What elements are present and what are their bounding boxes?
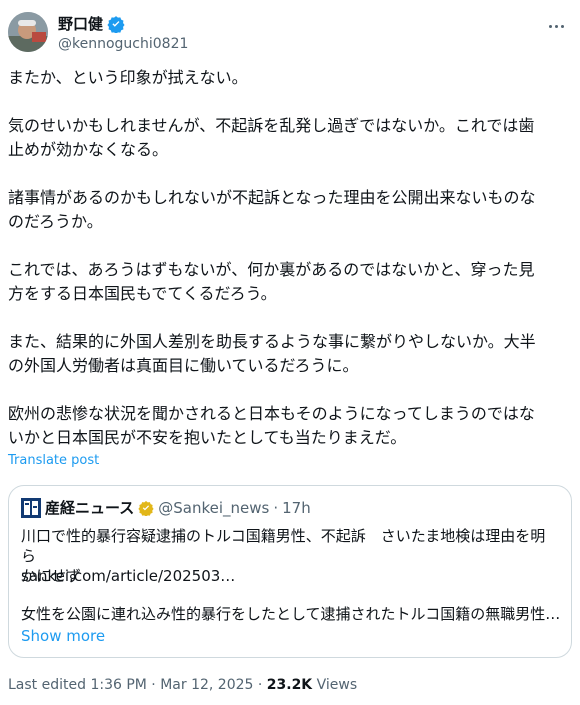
author-handle[interactable]: @kennoguchi0821 [58,35,188,53]
post-footer: Last edited 1:36 PM · Mar 12, 2025 · 23.… [8,675,357,695]
post-paragraph: また、結果的に外国人差別を助長するような事に繋がりやしないか。大半 の外国人労働… [8,332,536,375]
post-paragraph: これでは、あろうはずもないが、何か裏があるのではないかと、穿った見 方をする日本… [8,260,535,303]
quoted-post-card[interactable]: 産経ニュース @Sankei_news · 17h 川口で性的暴行容疑逮捕のトル… [8,485,572,658]
views-count: 23.2K [266,677,313,693]
verified-gold-badge-icon [138,501,154,516]
more-options-button[interactable] [544,16,568,36]
quoted-post-time[interactable]: 17h [282,498,311,518]
quoted-post-header: 産経ニュース @Sankei_news · 17h [21,498,311,518]
more-dot [554,24,558,28]
quoted-author-name[interactable]: 産経ニュース [45,498,134,518]
translate-post-link[interactable]: Translate post [8,453,99,468]
post-paragraph: 諸事情があるのかもしれないが不起訴となった理由を公開出来ないものな のだろうか。 [8,188,536,231]
last-edited-timestamp[interactable]: Last edited 1:36 PM · Mar 12, 2025 · [8,677,267,693]
quoted-author-handle[interactable]: @Sankei_news [158,498,269,518]
avatar[interactable] [8,12,48,52]
post-paragraph: 欧州の悲惨な状況を聞かされると日本もそのようになってしまうのではな いかと日本国… [8,404,535,447]
more-dots-icon [548,24,552,28]
quoted-post-link[interactable]: sankei.com/article/202503… [21,566,235,586]
author-name[interactable]: 野口健 [58,14,103,34]
post-paragraph: 気のせいかもしれませんが、不起訴を乱発し過ぎではないか。これでは歯 止めが効かな… [8,116,535,159]
sankei-logo-image [21,498,41,518]
verified-badge-icon [107,16,125,33]
author-name-row[interactable]: 野口健 [58,14,125,34]
show-more-link[interactable]: Show more [21,626,105,646]
views-label: Views [312,677,358,693]
meta-separator: · [273,499,279,517]
post-body: またか、という印象が拭えない。 気のせいかもしれませんが、不起訴を乱発し過ぎでは… [8,66,572,450]
quoted-post-snippet: 女性を公園に連れ込み性的暴行をしたとして逮捕されたトルコ国籍の無職男性… [21,605,559,623]
post-header: 野口健 @kennoguchi0821 [8,10,572,58]
more-dot [560,24,564,28]
sankei-logo-icon [21,498,41,518]
post-paragraph: またか、という印象が拭えない。 [8,68,248,87]
avatar-image [8,12,48,52]
